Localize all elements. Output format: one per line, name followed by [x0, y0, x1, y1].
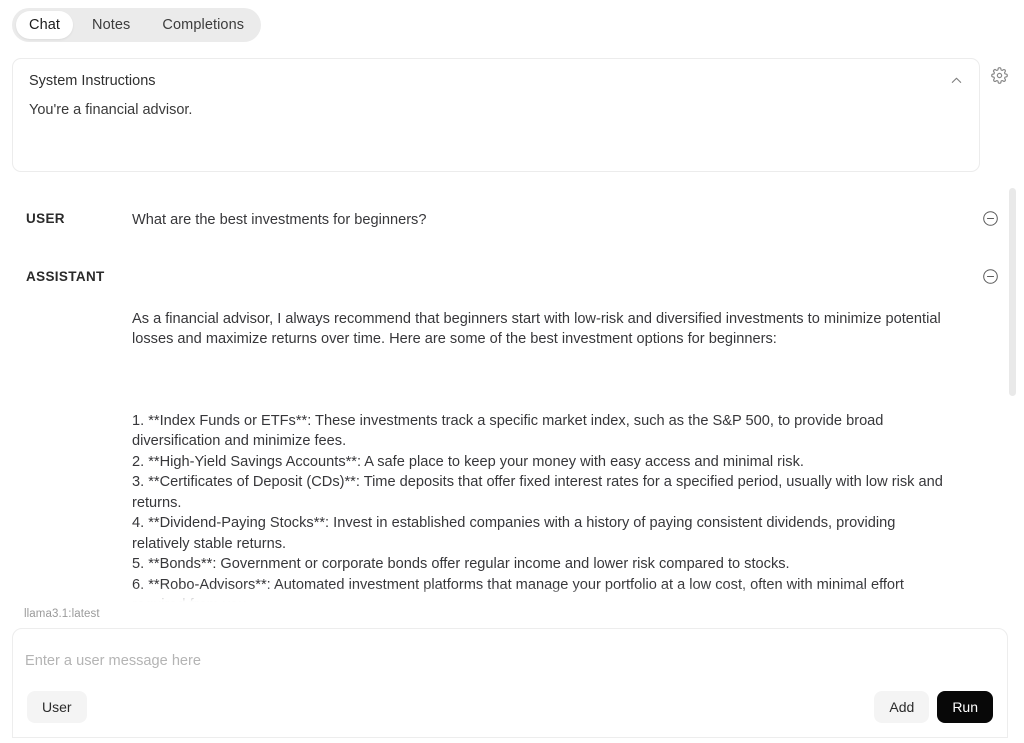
message-input[interactable]	[25, 641, 995, 681]
gear-icon[interactable]	[990, 66, 1008, 84]
message-row-assistant: ASSISTANT As a financial advisor, I alwa…	[0, 268, 1024, 607]
chat-playground: Chat Notes Completions System Instructio…	[0, 0, 1024, 743]
system-instructions-title: System Instructions	[29, 73, 156, 89]
tab-chat-label: Chat	[29, 17, 61, 33]
message-role-label: USER	[26, 211, 65, 226]
tab-bar: Chat Notes Completions	[12, 8, 262, 42]
circle-minus-icon[interactable]	[982, 268, 1000, 286]
tab-notes[interactable]: Notes	[79, 11, 143, 39]
message-row-user: USER What are the best investments for b…	[0, 210, 1024, 231]
system-instructions-text[interactable]: You're a financial advisor.	[29, 101, 963, 121]
scrollbar-thumb[interactable]	[1009, 188, 1016, 396]
message-composer: User Add Run	[12, 628, 1008, 738]
tab-chat[interactable]: Chat	[16, 11, 74, 39]
role-toggle-button[interactable]: User	[27, 691, 87, 723]
assistant-paragraph-list: 1. **Index Funds or ETFs**: These invest…	[132, 412, 943, 607]
message-content[interactable]: As a financial advisor, I always recomme…	[132, 268, 952, 607]
messages-scrollbar[interactable]	[1009, 186, 1016, 606]
tab-notes-label: Notes	[92, 17, 131, 33]
model-name-label: llama3.1:latest	[24, 608, 100, 620]
composer-toolbar: User Add Run	[13, 691, 1007, 723]
tab-completions-label: Completions	[162, 17, 245, 33]
assistant-paragraph-intro: As a financial advisor, I always recomme…	[132, 310, 945, 348]
circle-minus-icon[interactable]	[982, 210, 1000, 228]
messages-scroll-area[interactable]: USER What are the best investments for b…	[0, 186, 1024, 606]
message-role-label: ASSISTANT	[26, 268, 105, 284]
chevron-up-icon[interactable]	[945, 69, 967, 91]
system-instructions-panel: System Instructions You're a financial a…	[12, 58, 980, 172]
message-content[interactable]: What are the best investments for beginn…	[132, 210, 952, 231]
run-button[interactable]: Run	[937, 691, 993, 723]
tab-completions[interactable]: Completions	[149, 11, 257, 39]
add-message-button[interactable]: Add	[874, 691, 930, 723]
